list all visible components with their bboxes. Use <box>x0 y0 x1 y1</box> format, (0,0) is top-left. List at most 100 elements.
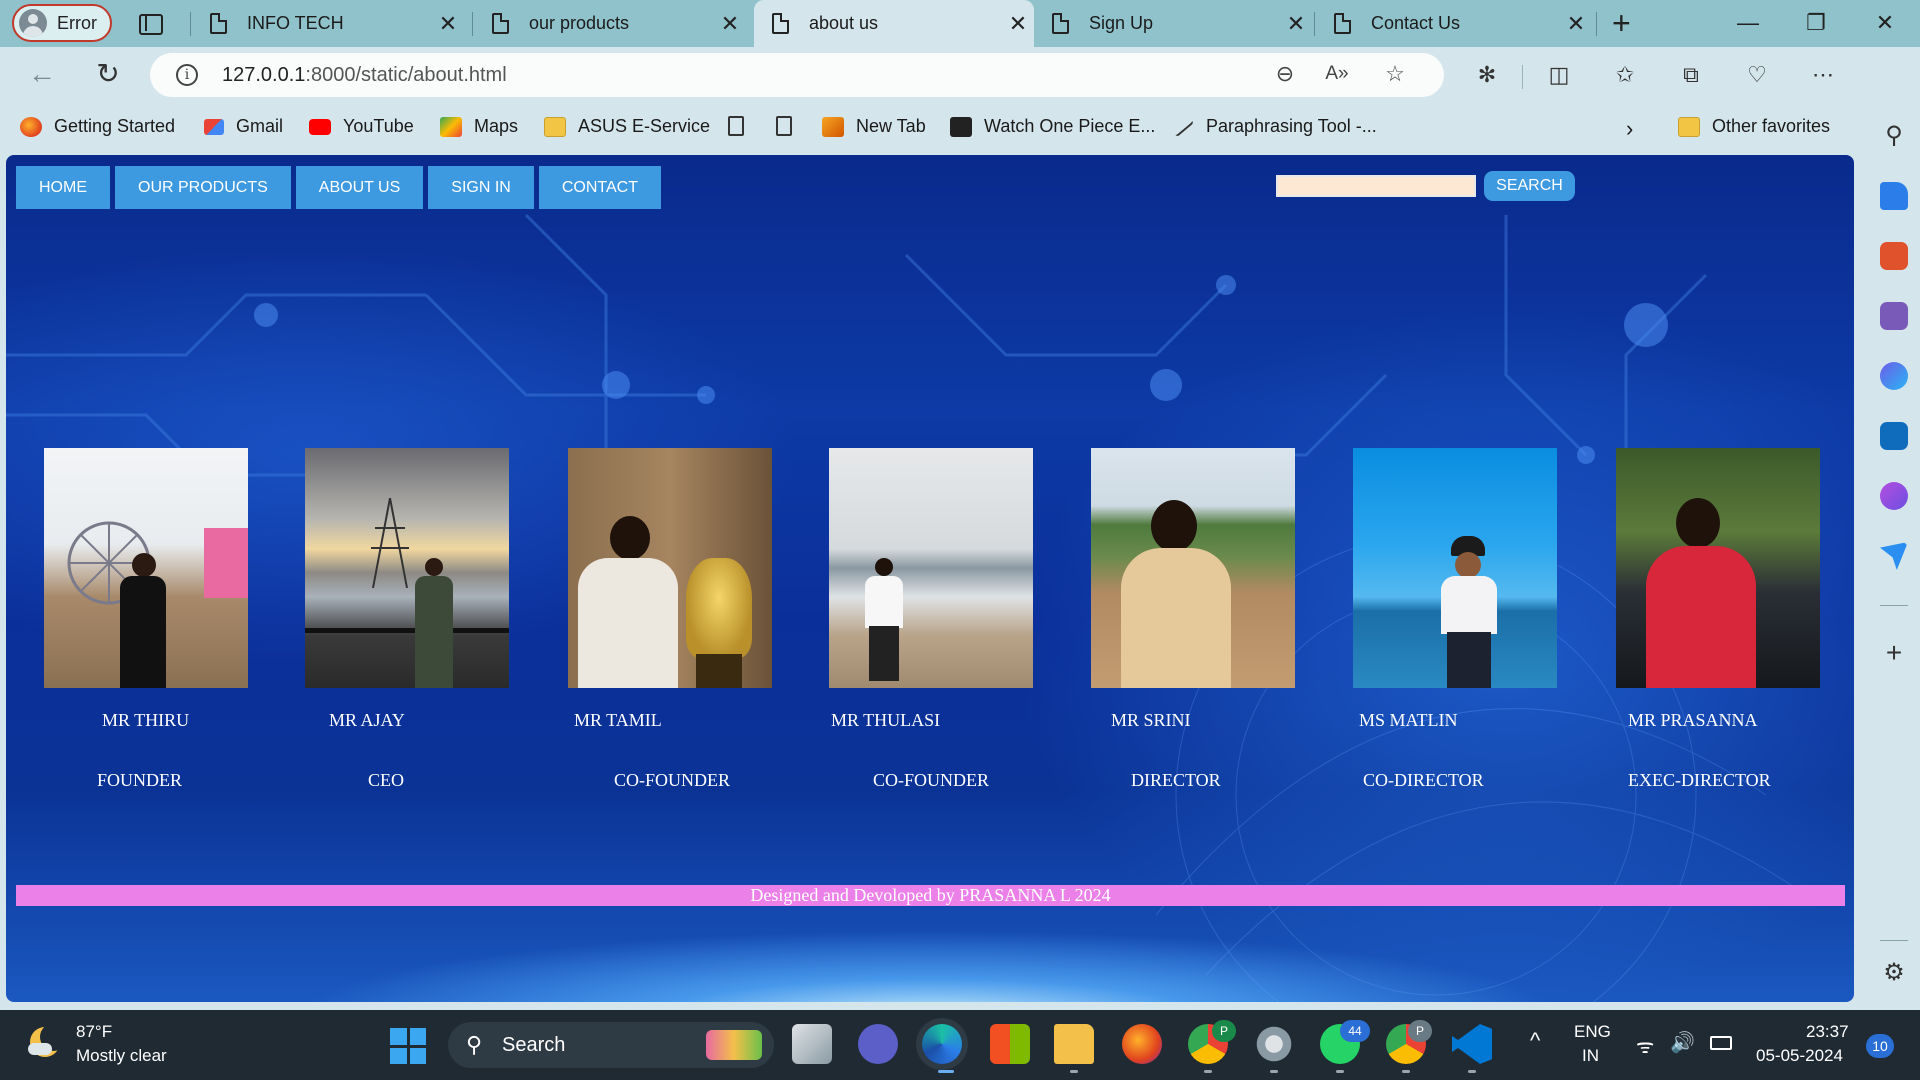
member-name: MR THULASI <box>831 710 941 730</box>
microsoft-365-icon[interactable] <box>1880 362 1908 390</box>
vscode-icon[interactable] <box>1452 1024 1492 1064</box>
bookmark-page-1[interactable] <box>728 116 756 136</box>
outlook-icon[interactable] <box>1880 422 1908 450</box>
bookmark-youtube[interactable]: YouTube <box>309 116 414 137</box>
bookmark-paraphrasing-tool[interactable]: Paraphrasing Tool -... <box>1172 116 1377 137</box>
tab-info-tech[interactable]: INFO TECH ✕ <box>192 0 464 47</box>
profile-button[interactable]: Error <box>12 4 112 42</box>
nav-sign-in[interactable]: SIGN IN <box>428 166 534 209</box>
games-icon[interactable] <box>1880 302 1908 330</box>
tools-icon[interactable] <box>1880 242 1908 270</box>
favorites-icon[interactable]: ✩ <box>1608 62 1642 88</box>
browser-essentials-icon[interactable]: ♡ <box>1740 62 1774 88</box>
extensions-icon[interactable]: ✻ <box>1470 62 1504 88</box>
edge-icon[interactable] <box>922 1024 962 1064</box>
tab-actions-icon[interactable] <box>136 9 164 37</box>
page-icon <box>776 116 792 136</box>
bookmark-asus-e-service[interactable]: ASUS E-Service <box>544 116 710 137</box>
refresh-icon[interactable]: ↻ <box>90 59 126 89</box>
member-photo <box>1353 448 1557 688</box>
file-explorer-icon[interactable] <box>1054 1024 1094 1064</box>
member-role: CEO <box>368 770 404 790</box>
team-member-card: MR THIRU FOUNDER <box>44 448 249 790</box>
team-member-card: MR THULASI CO-FOUNDER <box>829 448 1034 790</box>
tab-our-products[interactable]: our products ✕ <box>474 0 746 47</box>
search-input[interactable] <box>1276 175 1476 197</box>
search-icon[interactable]: ⚲ <box>1880 122 1908 150</box>
shopping-tag-icon[interactable] <box>1880 182 1908 210</box>
designer-icon[interactable] <box>1880 482 1908 510</box>
site-info-icon[interactable]: i <box>176 64 198 86</box>
wifi-icon[interactable]: ᯤ <box>1636 1032 1654 1059</box>
page-icon <box>728 116 744 136</box>
add-icon[interactable]: + <box>1880 639 1908 667</box>
team-member-card: MR TAMIL CO-FOUNDER <box>568 448 773 790</box>
address-bar[interactable]: i 127.0.0.1:8000/static/about.html ⊖ A» … <box>150 53 1444 97</box>
teams-chat-icon[interactable] <box>858 1024 898 1064</box>
nav-contact[interactable]: CONTACT <box>538 166 661 209</box>
bookmarks-overflow-icon[interactable]: › <box>1626 116 1633 142</box>
restore-icon[interactable]: ❐ <box>1796 6 1836 40</box>
tab-contact-us[interactable]: Contact Us ✕ <box>1316 0 1592 47</box>
close-icon[interactable]: ✕ <box>432 11 464 37</box>
search-button[interactable]: SEARCH <box>1484 171 1575 201</box>
tab-label: Sign Up <box>1089 13 1154 33</box>
favorite-star-icon[interactable]: ☆ <box>1380 61 1410 87</box>
notification-count-badge[interactable]: 10 <box>1866 1034 1894 1058</box>
close-icon[interactable]: ✕ <box>1002 11 1034 37</box>
member-name: MR PRASANNA <box>1628 710 1758 730</box>
close-window-icon[interactable]: ✕ <box>1865 6 1905 40</box>
nav-about-us[interactable]: ABOUT US <box>295 166 424 209</box>
back-icon[interactable]: ← <box>24 59 60 89</box>
start-windows-icon[interactable] <box>390 1028 426 1064</box>
close-icon[interactable]: ✕ <box>1280 11 1312 37</box>
bookmark-page-2[interactable] <box>776 116 804 136</box>
tab-sign-up[interactable]: Sign Up ✕ <box>1034 0 1312 47</box>
page-icon <box>772 13 789 34</box>
more-menu-icon[interactable]: ⋯ <box>1806 62 1840 88</box>
member-name: MR AJAY <box>329 710 405 730</box>
clock-time[interactable]: 23:37 <box>1806 1022 1849 1042</box>
read-aloud-icon[interactable]: A» <box>1322 63 1352 85</box>
tab-divider <box>1314 12 1315 36</box>
bookmark-other-favorites[interactable]: Other favorites <box>1678 116 1830 137</box>
language-indicator-line-2[interactable]: IN <box>1582 1046 1599 1066</box>
task-view-icon[interactable] <box>792 1024 832 1064</box>
url-text[interactable]: 127.0.0.1:8000/static/about.html <box>222 64 507 87</box>
weather-condition[interactable]: Mostly clear <box>76 1046 167 1066</box>
bookmark-label: Gmail <box>236 116 284 136</box>
firefox-icon[interactable] <box>1122 1024 1162 1064</box>
volume-icon[interactable]: 🔊 <box>1670 1030 1695 1055</box>
settings-gear-icon[interactable] <box>1254 1024 1294 1064</box>
weather-moon-icon[interactable] <box>28 1023 68 1059</box>
close-icon[interactable]: ✕ <box>714 11 746 37</box>
split-screen-icon[interactable]: ◫ <box>1542 62 1576 88</box>
bookmark-new-tab[interactable]: New Tab <box>822 116 926 137</box>
bookmark-gmail[interactable]: Gmail <box>204 116 283 137</box>
tab-label: our products <box>529 13 630 33</box>
bookmark-maps[interactable]: Maps <box>440 116 518 137</box>
new-tab-icon[interactable]: + <box>1612 6 1631 40</box>
tab-about-us[interactable]: about us ✕ <box>754 0 1034 47</box>
zoom-icon[interactable]: ⊖ <box>1270 61 1300 87</box>
team-member-card: MR SRINI DIRECTOR <box>1091 448 1296 790</box>
collections-icon[interactable]: ⧉ <box>1674 62 1708 88</box>
bookmark-watch-one-piece[interactable]: Watch One Piece E... <box>950 116 1155 137</box>
new-tab-site-icon <box>822 116 844 137</box>
weather-temperature[interactable]: 87°F <box>76 1022 112 1042</box>
feather-icon <box>1172 116 1194 137</box>
taskbar-search[interactable]: ⚲ Search <box>448 1022 774 1068</box>
battery-icon[interactable] <box>1710 1036 1732 1050</box>
settings-gear-icon[interactable]: ⚙ <box>1880 959 1908 987</box>
tray-overflow-chevron-icon[interactable]: ^ <box>1530 1028 1540 1054</box>
close-icon[interactable]: ✕ <box>1560 11 1592 37</box>
send-icon[interactable] <box>1880 542 1908 570</box>
language-indicator-line-1[interactable]: ENG <box>1574 1022 1611 1042</box>
minimize-icon[interactable]: — <box>1728 6 1768 40</box>
tab-label: Contact Us <box>1371 13 1461 33</box>
nav-home[interactable]: HOME <box>16 166 110 209</box>
nav-our-products[interactable]: OUR PRODUCTS <box>115 166 291 209</box>
microsoft-store-icon[interactable] <box>990 1024 1030 1064</box>
bookmark-getting-started[interactable]: Getting Started <box>20 116 175 137</box>
clock-date[interactable]: 05-05-2024 <box>1756 1046 1843 1066</box>
